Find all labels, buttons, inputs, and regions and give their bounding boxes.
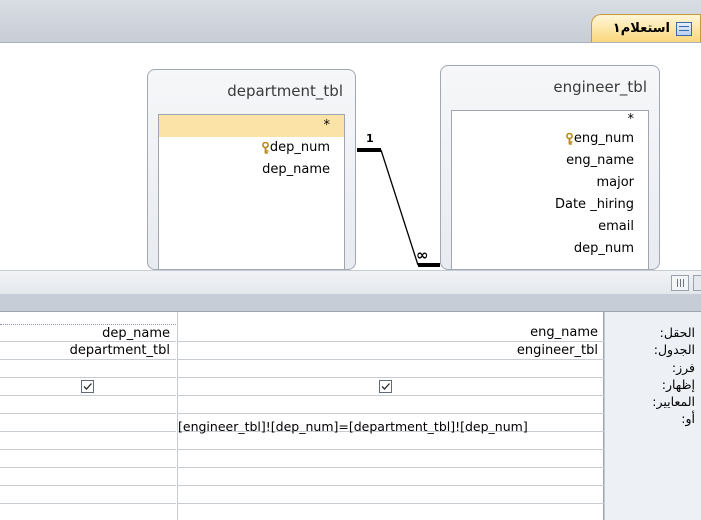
field-cell[interactable]: dep_name — [0, 324, 176, 342]
query-tab-title: استعلام١ — [612, 21, 670, 36]
empty-cell[interactable] — [178, 486, 604, 504]
sort-cell[interactable] — [0, 360, 176, 378]
empty-cell[interactable] — [0, 432, 176, 450]
document-tab-strip: استعلام١ — [0, 0, 701, 43]
row-label-criteria: المعايير: — [652, 394, 695, 410]
primary-key-icon — [565, 133, 574, 145]
department-table-box[interactable]: department_tbl * dep_num dep_name — [147, 69, 356, 270]
field-item-major[interactable]: major — [452, 172, 648, 194]
show-cell[interactable] — [0, 378, 176, 396]
many-side-label: ∞ — [416, 246, 429, 264]
field-cell[interactable]: eng_name — [178, 324, 604, 342]
row-label-sort: فرز: — [671, 359, 695, 375]
empty-cell[interactable] — [0, 486, 176, 504]
table-cell[interactable]: department_tbl — [0, 342, 176, 360]
grid-row-headers: الحقل: الجدول: فرز: إظهار: المعايير: أو: — [603, 312, 701, 520]
table-title: engineer_tbl — [553, 78, 647, 96]
show-cell[interactable] — [178, 378, 604, 396]
show-checkbox[interactable] — [379, 380, 392, 393]
or-cell[interactable] — [0, 414, 176, 432]
row-label-show: إظهار: — [661, 376, 695, 392]
empty-cell[interactable] — [178, 468, 604, 486]
pane-splitter[interactable] — [0, 270, 701, 295]
empty-cell[interactable] — [178, 450, 604, 468]
show-checkbox[interactable] — [81, 380, 94, 393]
query-design-grid: الحقل: الجدول: فرز: إظهار: المعايير: أو:… — [0, 312, 701, 520]
scroll-button[interactable] — [693, 275, 701, 291]
table-cell[interactable]: engineer_tbl — [178, 342, 604, 360]
grid-column-2[interactable]: dep_name department_tbl — [0, 312, 176, 520]
field-item-dep-name[interactable]: dep_name — [159, 159, 344, 181]
criteria-expression[interactable]: [engineer_tbl]![dep_num]=[department_tbl… — [178, 418, 528, 436]
field-item-dep-num[interactable]: dep_num — [159, 137, 344, 159]
query-design-diagram: 1 ∞ department_tbl * dep_num dep_name en… — [0, 43, 701, 270]
row-label-table: الجدول: — [653, 342, 695, 358]
empty-cell[interactable] — [0, 468, 176, 486]
field-list[interactable]: * eng_num eng_name major Date _hiring em… — [451, 110, 649, 269]
row-label-or: أو: — [681, 411, 695, 427]
field-item-date-hiring[interactable]: Date _hiring — [452, 194, 648, 216]
criteria-cell[interactable] — [178, 396, 604, 414]
primary-key-icon — [261, 142, 270, 154]
field-item-all[interactable]: * — [159, 115, 344, 137]
query-table-icon — [676, 21, 692, 36]
field-item-eng-name[interactable]: eng_name — [452, 150, 648, 172]
one-side-label: 1 — [366, 132, 374, 145]
table-title: department_tbl — [227, 82, 343, 100]
grid-header-band — [0, 294, 701, 312]
field-item-email[interactable]: email — [452, 216, 648, 238]
row-label-field: الحقل: — [659, 325, 695, 340]
engineer-table-box[interactable]: engineer_tbl * eng_num eng_name major Da… — [440, 65, 660, 270]
criteria-cell[interactable] — [0, 396, 176, 414]
empty-cell[interactable] — [0, 450, 176, 468]
field-item-all[interactable]: * — [452, 111, 648, 128]
field-item-eng-num[interactable]: eng_num — [452, 128, 648, 150]
grid-column-1[interactable]: eng_name engineer_tbl — [177, 312, 605, 520]
sort-cell[interactable] — [178, 360, 604, 378]
field-list[interactable]: * dep_num dep_name — [158, 114, 345, 269]
field-item-dep-num[interactable]: dep_num — [452, 238, 648, 260]
query-tab[interactable]: استعلام١ — [591, 14, 701, 42]
scroll-thumb-grip-icon[interactable] — [671, 275, 689, 291]
